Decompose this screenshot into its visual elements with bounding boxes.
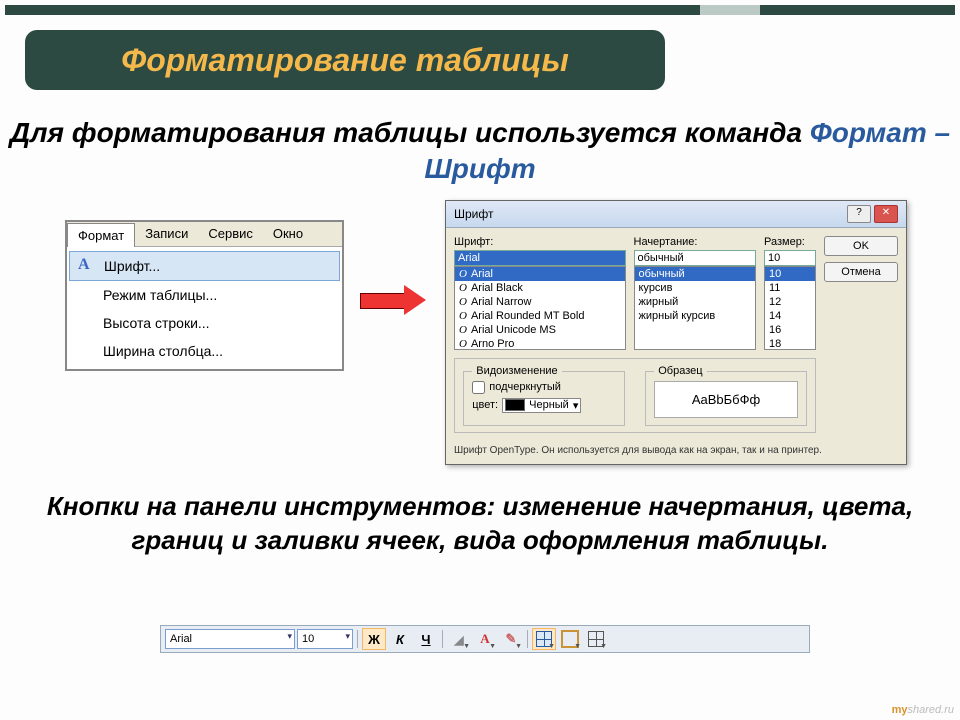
watermark-prefix: my [892, 704, 908, 716]
list-item[interactable]: жирный [635, 295, 756, 309]
menu-item-font[interactable]: A Шрифт... [69, 251, 340, 281]
color-value: Черный [529, 399, 569, 411]
size-label: Размер: [764, 236, 816, 248]
sample-preview: AaBbБбФф [654, 381, 798, 418]
italic-button[interactable]: К [388, 628, 412, 650]
color-combo[interactable]: Черный ▾ [502, 398, 581, 413]
list-item[interactable]: Arial Narrow [455, 295, 625, 309]
format-menu-screenshot: Формат Записи Сервис Окно A Шрифт... Реж… [65, 220, 344, 371]
list-item[interactable]: Arial Black [455, 281, 625, 295]
dialog-footer: Шрифт OpenType. Он используется для выво… [446, 441, 906, 464]
list-item[interactable]: Arial Rounded MT Bold [455, 309, 625, 323]
list-item[interactable]: 11 [765, 281, 815, 295]
style-input[interactable] [634, 250, 757, 266]
menu-item-rowheight[interactable]: Высота строки... [67, 309, 342, 337]
menu-records[interactable]: Записи [135, 222, 198, 246]
list-item[interactable]: 12 [765, 295, 815, 309]
menu-item-tablemode[interactable]: Режим таблицы... [67, 281, 342, 309]
watermark-rest: shared.ru [908, 704, 954, 716]
decor-stripe [5, 5, 955, 15]
underline-checkbox[interactable]: подчеркнутый [472, 381, 616, 394]
fill-color-button[interactable]: ▼ [447, 628, 471, 650]
size-listbox[interactable]: 10 11 12 14 16 18 20 [764, 266, 816, 350]
group-sample-legend: Образец [654, 365, 706, 377]
size-combo[interactable]: 10 [297, 629, 353, 649]
chevron-down-icon: ▾ [573, 399, 579, 412]
gridlines-button[interactable]: ▼ [532, 628, 556, 650]
font-combo[interactable]: Arial [165, 629, 295, 649]
bottom-paragraph: Кнопки на панели инструментов: изменение… [0, 490, 960, 558]
size-column: Размер: 10 11 12 14 16 18 20 [764, 236, 816, 350]
list-item[interactable]: Arial [455, 267, 625, 281]
table-style-button[interactable]: ▼ [584, 628, 608, 650]
list-item[interactable]: обычный [635, 267, 756, 281]
dialog-titlebar: Шрифт ? ✕ [446, 201, 906, 228]
font-combo-value: Arial [170, 633, 192, 645]
underline-button[interactable]: Ч [414, 628, 438, 650]
dialog-title: Шрифт [454, 207, 493, 221]
menu-dropdown: A Шрифт... Режим таблицы... Высота строк… [67, 247, 342, 369]
subtitle: Для форматирования таблицы используется … [0, 115, 960, 188]
font-listbox[interactable]: Arial Arial Black Arial Narrow Arial Rou… [454, 266, 626, 350]
font-input[interactable] [454, 250, 626, 266]
separator [527, 630, 528, 648]
arrow-icon [360, 285, 430, 315]
menu-item-colwidth[interactable]: Ширина столбца... [67, 337, 342, 365]
borders-button[interactable]: ▼ [558, 628, 582, 650]
separator [442, 630, 443, 648]
help-button[interactable]: ? [847, 205, 871, 223]
decor-stripe-gap [700, 5, 760, 15]
list-item[interactable]: 10 [765, 267, 815, 281]
style-column: Начертание: обычный курсив жирный жирный… [634, 236, 757, 350]
menu-service[interactable]: Сервис [198, 222, 263, 246]
chevron-down-icon: ▼ [574, 643, 581, 650]
list-item[interactable]: жирный курсив [635, 309, 756, 323]
list-item[interactable]: 14 [765, 309, 815, 323]
font-color-button[interactable]: A▼ [473, 628, 497, 650]
font-column: Шрифт: Arial Arial Black Arial Narrow Ar… [454, 236, 626, 350]
line-color-button[interactable]: ✎▼ [499, 628, 523, 650]
color-label: цвет: [472, 399, 498, 411]
cancel-button[interactable]: Отмена [824, 262, 898, 282]
formatting-toolbar: Arial 10 Ж К Ч ▼ A▼ ✎▼ ▼ ▼ ▼ [160, 625, 810, 653]
underline-label: подчеркнутый [489, 381, 561, 393]
chevron-down-icon: ▼ [600, 643, 607, 650]
font-letter-icon: A [78, 256, 90, 274]
title-box: Форматирование таблицы [25, 30, 665, 90]
menu-format[interactable]: Формат [67, 223, 135, 247]
list-item[interactable]: 18 [765, 337, 815, 350]
size-combo-value: 10 [302, 633, 314, 645]
separator [357, 630, 358, 648]
group-mod-legend: Видоизменение [472, 365, 561, 377]
close-button[interactable]: ✕ [874, 205, 898, 223]
list-item[interactable]: курсив [635, 281, 756, 295]
menubar: Формат Записи Сервис Окно [67, 222, 342, 247]
style-label: Начертание: [634, 236, 757, 248]
subtitle-text: Для форматирования таблицы используется … [10, 117, 810, 148]
bold-button[interactable]: Ж [362, 628, 386, 650]
list-item[interactable]: Arno Pro [455, 337, 625, 350]
slide-title: Форматирование таблицы [121, 42, 569, 79]
chevron-down-icon: ▼ [515, 643, 522, 650]
style-listbox[interactable]: обычный курсив жирный жирный курсив [634, 266, 757, 350]
underline-check[interactable] [472, 381, 485, 394]
menu-item-label: Шрифт... [104, 258, 160, 274]
chevron-down-icon: ▼ [463, 643, 470, 650]
chevron-down-icon: ▼ [548, 643, 555, 650]
chevron-down-icon: ▼ [489, 643, 496, 650]
menu-window[interactable]: Окно [263, 222, 313, 246]
list-item[interactable]: Arial Unicode MS [455, 323, 625, 337]
list-item[interactable]: 16 [765, 323, 815, 337]
font-dialog: Шрифт ? ✕ Шрифт: Arial Arial Black Arial… [445, 200, 907, 465]
font-label: Шрифт: [454, 236, 626, 248]
color-swatch-icon [505, 399, 525, 411]
size-input[interactable] [764, 250, 816, 266]
watermark: myshared.ru [892, 704, 954, 716]
ok-button[interactable]: OK [824, 236, 898, 256]
